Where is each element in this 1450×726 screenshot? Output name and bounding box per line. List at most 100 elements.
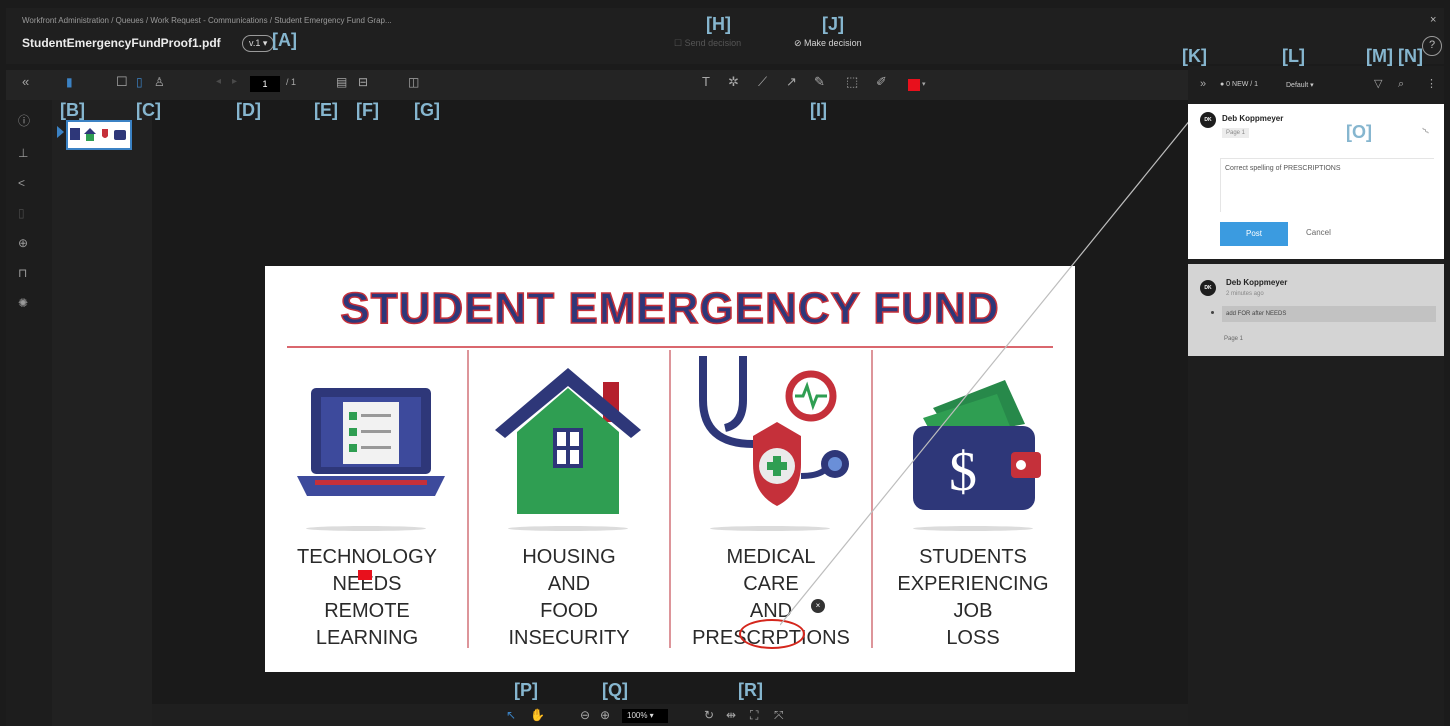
thumbnail-preview-icon: [70, 128, 126, 141]
annotation-leader-line: [780, 118, 1192, 626]
line-tool-icon[interactable]: ⟋: [758, 74, 767, 90]
thumbnail-view-icon[interactable]: ▮: [66, 74, 73, 90]
callout-label: [C]: [136, 100, 161, 120]
comment-text-input[interactable]: Correct spelling of PRESCRIPTIONS: [1220, 158, 1434, 212]
breadcrumb[interactable]: Workfront Administration / Queues / Work…: [22, 16, 392, 25]
lock-icon[interactable]: ⊓: [18, 266, 27, 280]
comment-timestamp: 2 minutes ago: [1226, 291, 1264, 297]
settings-icon[interactable]: ✺: [18, 296, 28, 310]
annotation-color-swatch[interactable]: [908, 79, 920, 91]
person-icon[interactable]: ♙: [154, 74, 165, 90]
collapse-panel-icon[interactable]: »: [1200, 76, 1206, 92]
callout-label: [P]: [514, 680, 538, 700]
globe-icon[interactable]: ⊕: [18, 236, 28, 250]
callout-label: [N]: [1398, 46, 1423, 66]
select-tool-icon[interactable]: ↖: [506, 708, 516, 722]
callout-label: [K]: [1182, 46, 1207, 66]
callout-label: [I]: [810, 100, 827, 120]
comment-marker[interactable]: [358, 570, 372, 580]
viewer-toolbar: [6, 70, 1188, 100]
fit-width-icon[interactable]: ⇹: [726, 708, 736, 722]
pin-tool-icon[interactable]: ✲: [728, 74, 739, 90]
bottom-toolbar: [152, 704, 1188, 726]
page-number-input[interactable]: 1: [250, 76, 280, 92]
callout-label: [J]: [822, 14, 844, 34]
rectangle-tool-icon[interactable]: ⬚: [846, 74, 858, 90]
label-line: AND: [547, 573, 591, 595]
thumbnail-panel: [52, 100, 152, 726]
callout-label: [H]: [706, 14, 731, 34]
callout-label: [Q]: [602, 680, 628, 700]
label-line: REMOTE: [324, 600, 410, 622]
post-button[interactable]: Post: [1220, 222, 1288, 246]
rotate-icon[interactable]: ↻: [704, 708, 714, 722]
pen-tool-icon[interactable]: ✎: [814, 74, 825, 90]
info-icon[interactable]: ⓘ: [18, 112, 30, 129]
find-icon[interactable]: ⊟: [358, 74, 368, 90]
hand-tool-icon[interactable]: ✋: [530, 708, 545, 722]
send-decision-button[interactable]: ☐ Send decision: [674, 38, 741, 49]
fit-page-icon[interactable]: ▤: [336, 74, 347, 90]
close-icon[interactable]: ×: [1430, 14, 1436, 26]
make-decision-label: Make decision: [804, 38, 862, 48]
zoom-out-icon[interactable]: ⊖: [580, 708, 590, 722]
version-dropdown[interactable]: v.1 ▾: [242, 35, 275, 52]
make-decision-button[interactable]: ⊘ Make decision: [794, 38, 862, 49]
check-circle-icon: ⊘: [794, 38, 805, 48]
collapse-icon[interactable]: «: [22, 74, 29, 90]
cancel-button[interactable]: Cancel: [1306, 228, 1331, 237]
label-line: HOUSING: [522, 546, 616, 568]
page-total: / 1: [286, 77, 297, 87]
label-line: LOSS: [946, 627, 1000, 649]
prev-page-icon[interactable]: ◂: [216, 74, 221, 90]
laptop-icon: [297, 388, 445, 496]
label-line: TECHNOLOGY: [296, 546, 438, 568]
filter-icon[interactable]: ▽: [1374, 76, 1382, 92]
comment-reply[interactable]: add FOR after NEEDS: [1222, 306, 1436, 322]
phone-icon[interactable]: ▯: [18, 206, 25, 220]
callout-label: [E]: [314, 100, 338, 120]
arrow-tool-icon[interactable]: ↗: [786, 74, 797, 90]
workflow-icon[interactable]: ⊥: [18, 146, 28, 160]
next-page-icon[interactable]: ▸: [232, 74, 237, 90]
column-label-housing: HOUSING AND FOOD INSECURITY: [469, 544, 669, 652]
callout-label: [D]: [236, 100, 261, 120]
search-icon[interactable]: ⌕: [1398, 76, 1404, 92]
column-label-technology: TECHNOLOGY NEEDS REMOTE LEARNING: [267, 544, 467, 652]
icon-shadow: [508, 526, 628, 531]
sort-dropdown[interactable]: Default ▾: [1286, 81, 1314, 89]
comment-page: Page 1: [1224, 336, 1244, 342]
callout-label: [G]: [414, 100, 440, 120]
callout-label: [R]: [738, 680, 763, 700]
help-icon[interactable]: ?: [1422, 36, 1442, 56]
label-line: INSECURITY: [508, 627, 630, 649]
comment-author: Deb Koppmeyer: [1226, 278, 1288, 287]
callout-label: [A]: [272, 30, 297, 50]
compare-icon[interactable]: ◫: [408, 74, 419, 90]
sort-label: Default: [1286, 82, 1309, 89]
file-name: StudentEmergencyFundProof1.pdf: [22, 36, 221, 50]
page-chip: Page 1: [1222, 128, 1250, 138]
highlight-tool-icon[interactable]: ✐: [876, 74, 887, 90]
callout-label: [L]: [1282, 46, 1305, 66]
more-options-icon[interactable]: ⋮: [1426, 76, 1437, 92]
text-tool-icon[interactable]: T: [702, 74, 710, 90]
fullscreen-icon[interactable]: ⤧: [774, 708, 784, 722]
callout-label: [O]: [1346, 122, 1372, 142]
comment-count: ● 0 NEW / 1: [1220, 81, 1259, 88]
zoom-in-icon[interactable]: ⊕: [600, 708, 610, 722]
avatar: DK: [1200, 280, 1216, 296]
page-thumbnail[interactable]: [66, 120, 132, 150]
share-icon[interactable]: <: [18, 176, 25, 190]
label-line: LEARNING: [315, 627, 419, 649]
chevron-down-icon[interactable]: ▾: [922, 80, 926, 88]
bullet-icon: [1211, 311, 1214, 314]
avatar: DK: [1200, 112, 1216, 128]
two-page-icon[interactable]: ▯: [136, 74, 143, 90]
proof-viewer-app: Workfront Administration / Queues / Work…: [0, 0, 1450, 726]
label-line: FOOD: [540, 600, 598, 622]
zoom-level-dropdown[interactable]: 100% ▾: [622, 709, 668, 723]
callout-label: [F]: [356, 100, 379, 120]
single-page-icon[interactable]: ☐: [116, 74, 128, 90]
fit-screen-icon[interactable]: ⛶: [750, 708, 758, 722]
